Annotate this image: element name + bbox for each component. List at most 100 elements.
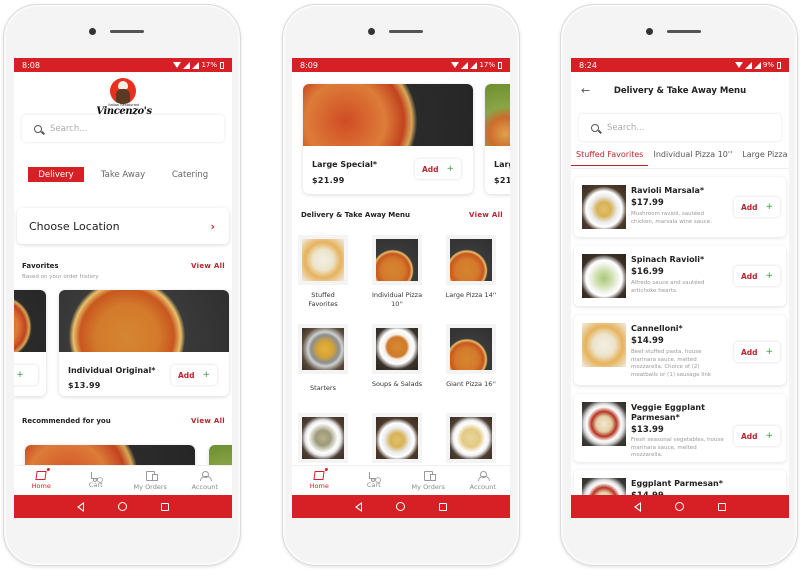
category-starters[interactable]: Starters <box>296 324 350 393</box>
item-name: Veggie Eggplant Parmesan* <box>631 403 705 422</box>
search-icon <box>34 124 42 133</box>
add-button[interactable]: Add + <box>734 197 780 217</box>
recent-apps-icon[interactable] <box>161 502 169 511</box>
food-image <box>450 328 492 370</box>
phone-category-list: 8:24 9% ← Delivery & Take Away Menu Sear… <box>560 4 798 566</box>
plus-icon: + <box>765 347 774 357</box>
search-placeholder: Search... <box>607 122 645 133</box>
food-image <box>302 239 344 281</box>
recommended-card[interactable] <box>25 445 195 465</box>
favorites-view-all-link[interactable]: View All <box>191 262 225 270</box>
home-icon <box>35 471 47 480</box>
phone-menu: 8:09 17% Large Special* $21.99 Add + Lar… <box>282 4 520 566</box>
favorite-card-partial[interactable]: + <box>14 290 46 396</box>
search-input[interactable]: Search... <box>22 115 224 142</box>
back-nav-icon[interactable] <box>77 501 84 512</box>
order-type-take-away[interactable]: Take Away <box>84 167 162 182</box>
status-time: 8:08 <box>22 60 40 70</box>
category-giant-pizza[interactable]: Giant Pizza 16'' <box>444 324 498 389</box>
tab-my-orders[interactable]: My Orders <box>123 466 178 495</box>
menu-item-card[interactable]: Eggplant Parmesan* $14.99 <box>574 470 786 495</box>
add-button[interactable]: Add + <box>734 426 780 446</box>
tab-large-pizza[interactable]: Large Pizza <box>737 150 789 166</box>
home-icon <box>313 471 325 480</box>
item-name: Large Special* <box>312 160 378 169</box>
featured-card-partial[interactable]: Large $21 <box>485 84 510 194</box>
choose-location-button[interactable]: Choose Location › <box>17 208 229 244</box>
plus-icon: + <box>16 370 24 380</box>
add-button[interactable]: Add + <box>734 342 780 362</box>
tab-account[interactable]: Account <box>178 466 233 495</box>
category-content: ← Delivery & Take Away Menu Search... St… <box>571 72 789 495</box>
signal-icon <box>461 61 469 69</box>
menu-view-all-link[interactable]: View All <box>469 211 503 219</box>
item-price: $13.99 <box>631 425 664 435</box>
status-time: 8:09 <box>300 60 318 70</box>
item-name: Eggplant Parmesan* <box>631 479 723 488</box>
category-individual-pizza[interactable]: Individual Pizza 10'' <box>370 235 424 308</box>
battery-percent: 17% <box>201 61 217 69</box>
menu-item-card[interactable]: Veggie Eggplant Parmesan* $13.99 Fresh s… <box>574 394 786 462</box>
menu-title: Delivery & Take Away Menu <box>301 211 410 219</box>
menu-content: Large Special* $21.99 Add + Large $21 De… <box>292 72 510 465</box>
order-type-catering[interactable]: Catering <box>162 167 218 182</box>
recommended-view-all-link[interactable]: View All <box>191 417 225 425</box>
category-large-pizza[interactable]: Large Pizza 14'' <box>444 235 498 300</box>
battery-icon <box>498 61 502 69</box>
recent-apps-icon[interactable] <box>718 502 726 511</box>
category-soups-salads[interactable]: Soups & Salads <box>370 324 424 389</box>
tab-cart[interactable]: Cart <box>347 466 402 495</box>
add-button[interactable]: Add + <box>171 365 217 385</box>
tab-cart[interactable]: Cart <box>69 466 124 495</box>
back-nav-icon[interactable] <box>355 501 362 512</box>
battery-percent: 9% <box>762 61 774 69</box>
menu-item-card[interactable]: Spinach Ravioli* $16.99 Alfredo sauce an… <box>574 246 786 306</box>
account-icon <box>477 470 490 481</box>
status-time: 8:24 <box>579 60 597 70</box>
food-image <box>450 417 492 459</box>
search-input[interactable]: Search... <box>579 114 781 141</box>
orders-icon <box>423 470 436 481</box>
menu-item-card[interactable]: Ravioli Marsala* $17.99 Mushroom ravioli… <box>574 177 786 237</box>
tab-account[interactable]: Account <box>456 466 511 495</box>
food-image <box>582 185 626 229</box>
food-image <box>302 328 344 370</box>
food-image <box>582 478 626 495</box>
order-type-delivery[interactable]: Delivery <box>28 167 84 182</box>
item-price: $16.99 <box>631 267 664 277</box>
search-placeholder: Search... <box>50 123 88 134</box>
menu-item-card[interactable]: Cannelloni* $14.99 Beef stuffed pasta, h… <box>574 315 786 385</box>
signal-icon <box>470 61 478 69</box>
chef-logo-icon <box>110 78 136 104</box>
add-button[interactable]: + <box>14 365 38 385</box>
cart-icon <box>90 472 101 482</box>
plus-icon: + <box>446 164 455 174</box>
page-title: Delivery & Take Away Menu <box>613 86 747 96</box>
category-item[interactable] <box>296 413 350 463</box>
signal-icon <box>183 61 191 69</box>
item-price: $14.99 <box>631 336 664 346</box>
featured-card[interactable]: Large Special* $21.99 Add + <box>303 84 473 194</box>
add-button[interactable]: Add + <box>415 159 461 179</box>
category-stuffed-favorites[interactable]: Stuffed Favorites <box>296 235 350 308</box>
camera <box>368 28 375 35</box>
tab-my-orders[interactable]: My Orders <box>401 466 456 495</box>
tab-individual-pizza[interactable]: Individual Pizza 10'' <box>648 150 737 166</box>
bottom-tab-bar: Home Cart My Orders Account <box>292 465 510 495</box>
home-nav-icon[interactable] <box>118 502 127 511</box>
category-item[interactable] <box>444 413 498 463</box>
home-nav-icon[interactable] <box>675 502 684 511</box>
favorite-card[interactable]: Individual Original* $13.99 Add + <box>59 290 229 396</box>
tab-stuffed-favorites[interactable]: Stuffed Favorites <box>571 150 649 166</box>
food-image <box>485 84 510 146</box>
category-item[interactable] <box>370 413 424 463</box>
tab-home[interactable]: Home <box>292 466 347 495</box>
recommended-card-partial[interactable] <box>209 445 232 465</box>
recent-apps-icon[interactable] <box>439 502 447 511</box>
tab-home[interactable]: Home <box>14 466 69 495</box>
home-nav-icon[interactable] <box>396 502 405 511</box>
signal-icon <box>744 61 752 69</box>
back-nav-icon[interactable] <box>634 501 641 512</box>
food-image <box>582 323 626 367</box>
add-button[interactable]: Add + <box>734 266 780 286</box>
